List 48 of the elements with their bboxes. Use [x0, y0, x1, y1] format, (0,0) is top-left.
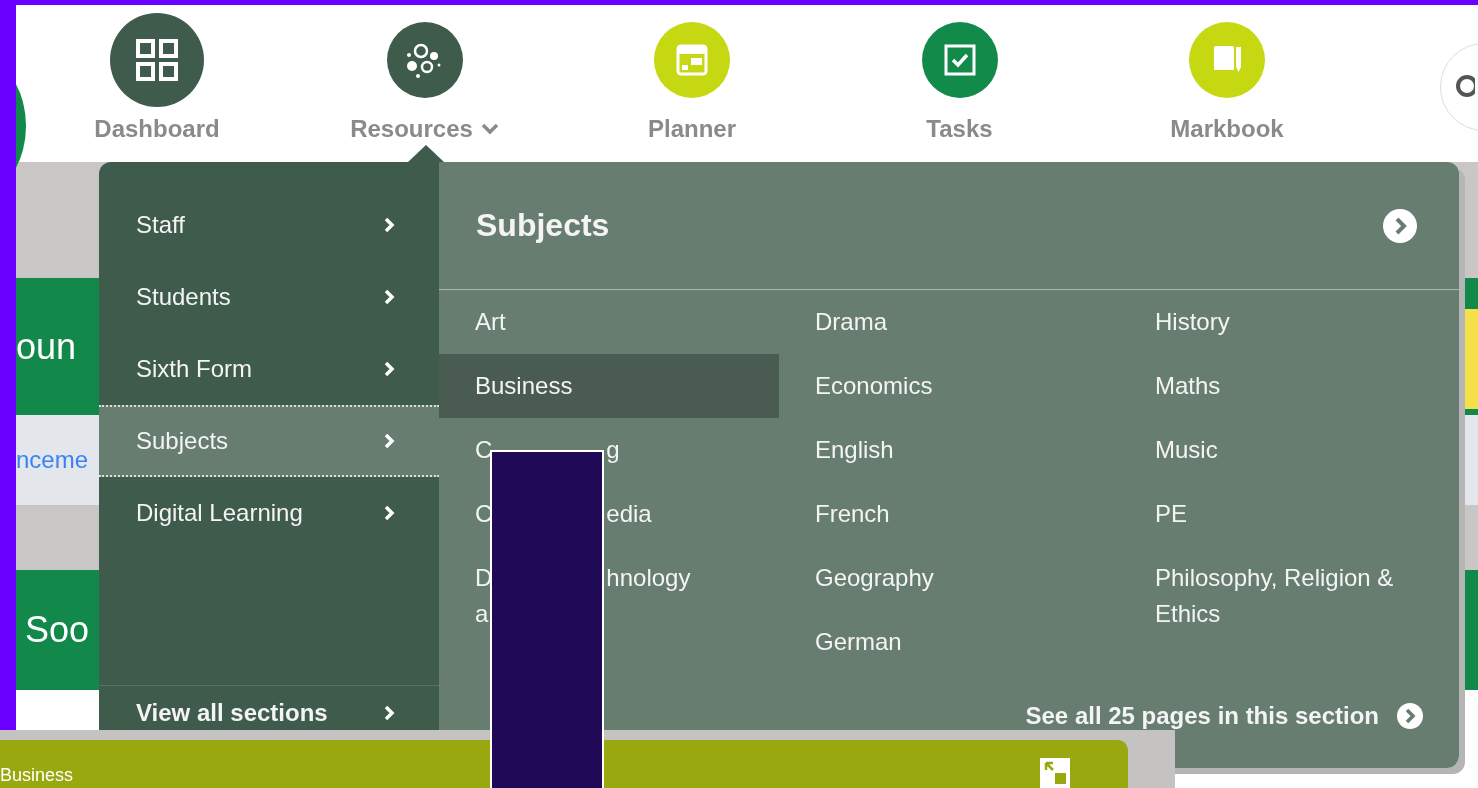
subject-link[interactable]: English — [779, 418, 1119, 482]
subject-link[interactable]: Philosophy, Religion & Ethics — [1119, 546, 1459, 646]
chevron-right-icon — [383, 361, 395, 377]
panel-title: Subjects — [476, 207, 610, 244]
nav-label[interactable]: Tasks — [926, 115, 993, 143]
banner-title: Soo — [25, 609, 90, 651]
chevron-right-icon — [383, 433, 395, 449]
subject-link[interactable]: Business — [439, 354, 779, 418]
menu-section-item[interactable]: Staff — [99, 189, 439, 261]
menu-section-item[interactable]: Sixth Form — [99, 333, 439, 405]
subject-link-fragment[interactable]: C — [475, 432, 493, 468]
banner-title: oun — [16, 325, 77, 368]
menu-section-item[interactable]: Students — [99, 261, 439, 333]
nav-label[interactable]: Planner — [648, 115, 736, 143]
subject-link[interactable]: German — [779, 610, 1119, 674]
subject-link[interactable]: Music — [1119, 418, 1459, 482]
nav-label[interactable]: Markbook — [1170, 115, 1284, 143]
chevron-circle-icon[interactable] — [1383, 208, 1417, 243]
subject-link-fragment[interactable]: g — [606, 432, 620, 468]
chevron-circle-icon[interactable] — [1397, 703, 1423, 729]
subject-link[interactable]: History — [1119, 290, 1459, 354]
chevron-right-icon — [383, 705, 395, 721]
subject-link[interactable]: French — [779, 482, 1119, 546]
announcements-link[interactable]: nceme — [16, 446, 89, 474]
nav-label[interactable]: Resources — [350, 115, 473, 143]
subject-link[interactable]: PE — [1119, 482, 1459, 546]
nav-label[interactable]: Dashboard — [94, 115, 220, 143]
subject-link-fragment[interactable]: hnology — [606, 560, 691, 596]
checkbox-icon — [943, 44, 976, 76]
subject-link-fragment[interactable]: a — [475, 596, 489, 632]
chevron-right-icon — [383, 217, 395, 233]
grid-icon — [135, 38, 179, 82]
subject-link-fragment[interactable]: C — [475, 496, 493, 532]
subject-link[interactable]: Drama — [779, 290, 1119, 354]
menu-section-item[interactable]: Digital Learning — [99, 477, 439, 549]
subject-link[interactable]: Art — [439, 290, 779, 354]
chevron-right-icon — [383, 289, 395, 305]
menu-section-item[interactable]: Subjects — [99, 405, 439, 477]
subject-link[interactable]: Maths — [1119, 354, 1459, 418]
expand-icon[interactable] — [1040, 758, 1070, 788]
chevron-right-icon — [383, 505, 395, 521]
subject-link-fragment[interactable]: edia — [606, 496, 652, 532]
see-all-link[interactable]: See all 25 pages in this section — [1025, 702, 1379, 730]
subject-link[interactable]: Economics — [779, 354, 1119, 418]
subject-link[interactable]: Geography — [779, 546, 1119, 610]
bar-title: Business — [0, 765, 74, 787]
calendar-window-icon — [676, 44, 708, 76]
view-all-link[interactable]: View all sections — [136, 698, 395, 728]
